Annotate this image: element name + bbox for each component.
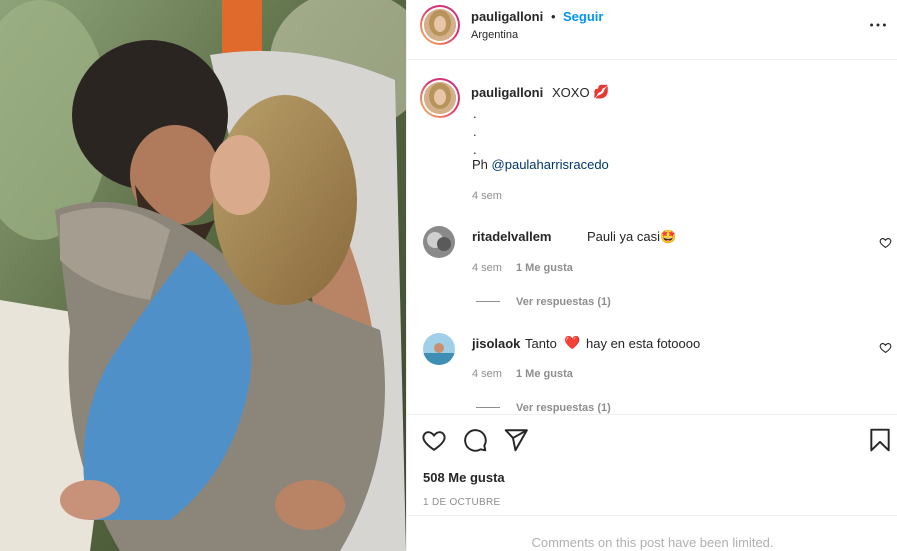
follow-button[interactable]: Seguir xyxy=(563,9,603,24)
caption-dot: . xyxy=(473,142,477,157)
comment-like-heart-icon[interactable] xyxy=(879,236,892,249)
share-icon[interactable] xyxy=(503,427,529,453)
caption-timestamp[interactable]: 4 sem xyxy=(472,190,502,202)
post-actions: 508 Me gusta 1 DE OCTUBRE Comments on th… xyxy=(407,414,897,551)
photo-credit: Ph @paulaharrisracedo xyxy=(472,157,609,172)
bookmark-icon[interactable] xyxy=(867,427,893,453)
likes-count[interactable]: 508 Me gusta xyxy=(423,470,505,485)
comment-avatar[interactable] xyxy=(423,226,455,258)
comments-section[interactable]: pauligalloni XOXO 💋 . . . Ph @paulaharri… xyxy=(407,60,897,414)
more-horizontal-icon[interactable] xyxy=(867,14,889,36)
header-separator: • xyxy=(551,9,556,24)
comment-timestamp[interactable]: 4 sem xyxy=(472,368,502,380)
view-replies-button[interactable]: Ver respuestas (1) xyxy=(516,402,611,414)
photo-credit-prefix: Ph xyxy=(472,157,488,172)
comments-limited-notice: Comments on this post have been limited. xyxy=(407,515,897,551)
heart-icon[interactable] xyxy=(421,427,447,453)
comment-like-heart-icon[interactable] xyxy=(879,341,892,354)
comment-text: Tanto xyxy=(525,336,557,351)
comment-text: hay en esta fotoooo xyxy=(586,336,701,351)
avatar-image xyxy=(424,9,456,41)
avatar-image xyxy=(423,333,455,365)
location-link[interactable]: Argentina xyxy=(471,29,518,41)
caption-username[interactable]: pauligalloni xyxy=(471,85,543,100)
reply-divider xyxy=(476,301,500,302)
comment-likes[interactable]: 1 Me gusta xyxy=(516,368,573,380)
post-panel: pauligalloni • Seguir Argentina pauligal… xyxy=(406,0,897,551)
view-replies-button[interactable]: Ver respuestas (1) xyxy=(516,296,611,308)
reply-divider xyxy=(476,407,500,408)
caption-dot: . xyxy=(473,124,477,139)
comment-likes[interactable]: 1 Me gusta xyxy=(516,262,573,274)
post-date[interactable]: 1 DE OCTUBRE xyxy=(423,497,501,508)
comment-username[interactable]: ritadelvallem xyxy=(472,229,552,244)
post-header: pauligalloni • Seguir Argentina xyxy=(407,0,897,60)
caption-avatar[interactable] xyxy=(420,78,460,118)
mention-link[interactable]: @paulaharrisracedo xyxy=(492,157,609,172)
comment-avatar[interactable] xyxy=(423,333,455,365)
comment-username[interactable]: jisolaok xyxy=(472,336,520,351)
comment-icon[interactable] xyxy=(462,427,488,453)
caption-text: XOXO xyxy=(552,85,590,100)
post-photo-image xyxy=(0,0,406,551)
kiss-emoji-icon: 💋 xyxy=(593,84,610,99)
avatar-image xyxy=(424,82,456,114)
avatar-image xyxy=(423,226,455,258)
comment-text: Pauli ya casi🤩 xyxy=(587,229,677,244)
header-username[interactable]: pauligalloni xyxy=(471,9,543,24)
red-heart-emoji-icon: ❤️ xyxy=(564,335,581,350)
comment-timestamp[interactable]: 4 sem xyxy=(472,262,502,274)
caption-dot: . xyxy=(473,106,477,121)
header-avatar[interactable] xyxy=(420,5,460,45)
post-photo[interactable] xyxy=(0,0,406,551)
